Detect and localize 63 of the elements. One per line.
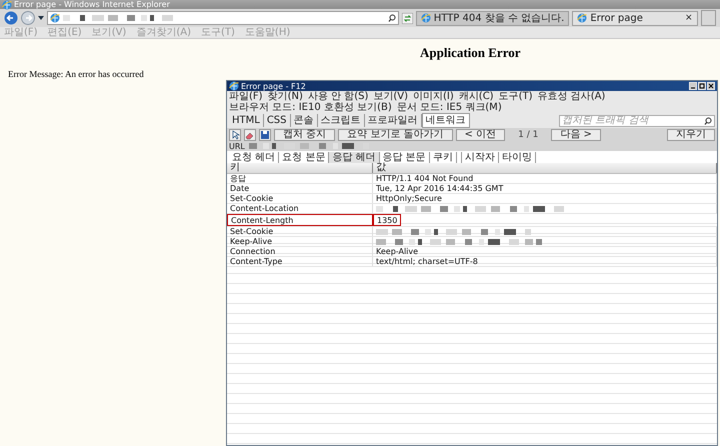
toolbar-button[interactable]: 캡처 중지 xyxy=(274,128,336,140)
menu-item[interactable]: 문서 모드: IE5 쿼크(M) xyxy=(396,102,502,113)
key-cell: Content-Type xyxy=(227,257,373,266)
address-field[interactable] xyxy=(47,11,399,25)
refresh-icon[interactable] xyxy=(402,12,413,24)
key-cell: Connection xyxy=(227,247,373,256)
close-icon[interactable] xyxy=(707,82,715,90)
page-heading: Application Error xyxy=(420,45,521,61)
key-cell: Set-Cookie xyxy=(227,227,373,236)
value-cell: Tue, 12 Apr 2016 14:44:35 GMT xyxy=(373,184,717,193)
window-title: Error page - F12 xyxy=(241,82,306,90)
clear-button[interactable]: 지우기 xyxy=(667,128,715,140)
eraser-icon[interactable] xyxy=(244,128,256,140)
cursor-icon[interactable] xyxy=(229,128,241,140)
key-cell: 응답 xyxy=(227,174,373,183)
maximize-icon[interactable] xyxy=(698,82,706,90)
toolbar-button[interactable]: 다음 > xyxy=(551,128,601,140)
close-icon[interactable]: × xyxy=(685,12,693,24)
tool-tab[interactable]: 스크립트 xyxy=(318,114,365,127)
page-icon xyxy=(50,13,60,23)
browser-tab[interactable]: Error page × xyxy=(572,10,698,26)
browser-tab[interactable]: HTTP 404 찾을 수 없습니다. xyxy=(416,10,570,26)
tool-tab[interactable]: HTML xyxy=(229,114,264,127)
search-field[interactable]: 캡처된 트래픽 검색 xyxy=(559,114,715,126)
search-icon[interactable] xyxy=(388,14,396,22)
tool-tab[interactable]: 네트워크 xyxy=(422,113,470,128)
window-icon xyxy=(229,81,239,91)
menu-item[interactable]: 파일(F) xyxy=(229,91,263,102)
dropdown-icon[interactable] xyxy=(38,16,44,20)
search-icon[interactable] xyxy=(704,116,712,124)
key-cell: Content-Location xyxy=(227,204,373,213)
key-cell: Keep-Alive xyxy=(227,237,373,246)
detail-tab[interactable]: 응답 헤더 xyxy=(329,152,380,162)
value-cell: HTTP/1.1 404 Not Found xyxy=(373,174,717,183)
value-cell: Keep-Alive xyxy=(373,247,717,256)
menu-item[interactable]: 도구(T) xyxy=(498,91,533,102)
menu-item[interactable]: 사용 안 함(S) xyxy=(308,91,368,102)
browser-logo-icon xyxy=(2,0,12,10)
tool-tab[interactable]: 콘솔 xyxy=(290,114,318,127)
tab-icon xyxy=(577,13,588,23)
toolbar-button[interactable]: 요약 보기로 돌아가기 xyxy=(338,128,453,140)
menu-item[interactable]: 찾기(N) xyxy=(268,91,303,102)
back-icon[interactable] xyxy=(4,11,18,25)
minimize-icon[interactable] xyxy=(689,82,697,90)
error-message: Error Message: An error has occurred xyxy=(8,69,144,79)
menu-item[interactable]: 이미지(I) xyxy=(413,91,454,102)
key-cell: Set-Cookie xyxy=(227,194,373,203)
url-label: URL xyxy=(229,142,245,150)
menu-item[interactable]: 보기(V) xyxy=(373,91,408,102)
page-counter: 1 / 1 xyxy=(517,130,540,140)
menu-item[interactable]: 유효성 검사(A) xyxy=(538,91,606,102)
window-title: Error page - Windows Internet Explorer xyxy=(14,0,170,9)
toolbar-button[interactable]: < 이전 xyxy=(456,128,506,140)
menu-item[interactable]: 캐시(C) xyxy=(458,91,494,102)
key-cell: Date xyxy=(227,184,373,193)
save-icon[interactable] xyxy=(259,128,271,140)
menu-item[interactable]: 브라우저 모드: IE10 호환성 보기(B) xyxy=(229,102,392,113)
tab-icon xyxy=(420,13,431,23)
value-cell: HttpOnly;Secure xyxy=(373,194,717,203)
value-cell: text/html; charset=UTF-8 xyxy=(373,257,717,266)
tool-tab[interactable]: CSS xyxy=(264,114,291,127)
value-cell: 1350 xyxy=(373,214,402,226)
key-cell: Content-Length xyxy=(227,214,373,226)
